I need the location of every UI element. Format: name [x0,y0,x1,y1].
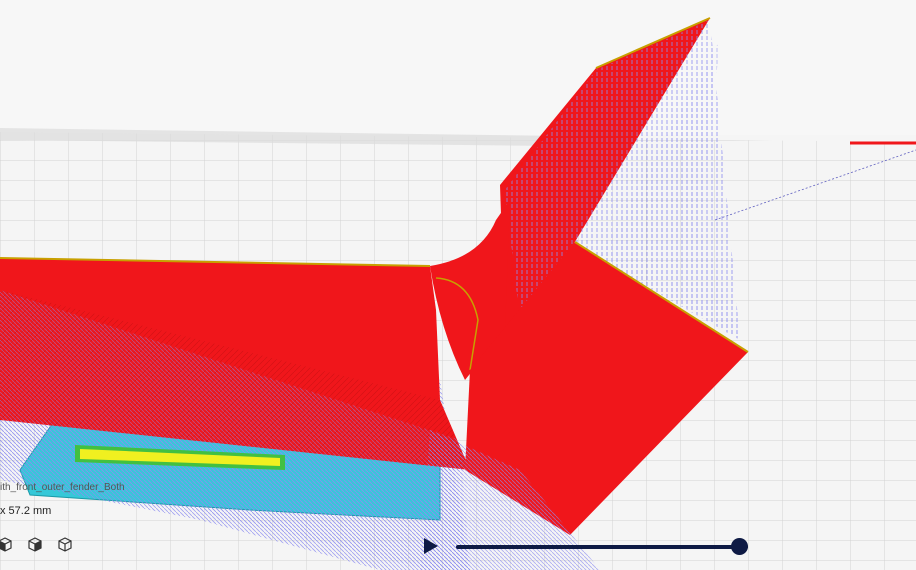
right-view-icon [28,537,42,552]
3d-view-icon [58,537,72,552]
slider-track[interactable] [456,545,748,549]
slider-handle[interactable] [731,538,749,555]
object-dimensions: x 57.2 mm [0,505,52,517]
3d-viewport[interactable]: ith_front_outer_fender_Both x 57.2 mm [0,0,916,570]
3d-view-button[interactable] [54,533,76,555]
object-name: ith_front_outer_fender_Both [0,482,125,493]
right-view-button[interactable] [24,533,46,555]
layer-slider[interactable] [424,536,764,558]
background-area [0,0,916,135]
play-icon[interactable] [424,538,438,554]
left-view-button[interactable] [0,533,16,555]
left-view-icon [0,537,12,552]
layer-preview-scene [0,0,916,570]
